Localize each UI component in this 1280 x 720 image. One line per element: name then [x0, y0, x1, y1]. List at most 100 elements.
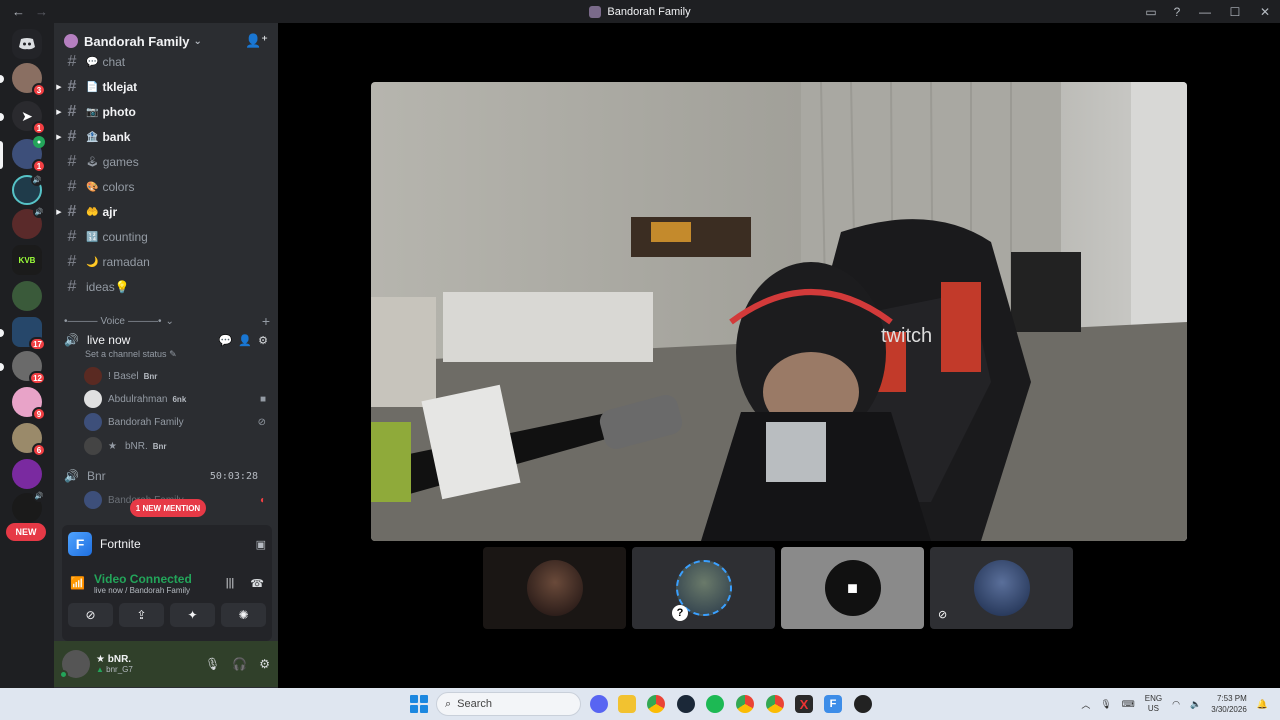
chrome-profile-icon[interactable]: [736, 695, 754, 713]
participant-thumbnails: ? ■ ⊘: [483, 547, 1073, 629]
help-icon[interactable]: ?: [1164, 0, 1190, 23]
language-indicator[interactable]: ENG US: [1145, 694, 1162, 714]
channel-chat[interactable]: # 💬 chat: [54, 50, 278, 74]
invite-icon[interactable]: 👤: [238, 334, 252, 347]
chevron-up-icon[interactable]: ︿: [1081, 698, 1090, 711]
unread-arrow-icon: ▶: [56, 209, 62, 216]
chrome-icon[interactable]: [647, 695, 665, 713]
share-screen-button[interactable]: ⇪: [119, 603, 164, 627]
add-channel-icon[interactable]: +: [262, 313, 270, 329]
avatar: [973, 560, 1030, 616]
user-avatar[interactable]: [59, 650, 90, 679]
forward-arrow-icon[interactable]: →: [35, 4, 48, 19]
fortnite-icon: F: [68, 532, 92, 556]
camera-icon: ■: [259, 393, 266, 405]
participant-tile[interactable]: ?: [632, 547, 775, 629]
voice-user-tag: Bnr: [152, 441, 167, 451]
voice-user[interactable]: ! Basel Bnr: [54, 365, 278, 387]
unread-arrow-icon: ▶: [56, 109, 62, 116]
minimize-button[interactable]: —: [1190, 0, 1220, 23]
volume-icon[interactable]: 🔈: [1190, 699, 1201, 710]
home-button[interactable]: [12, 29, 42, 59]
discord-app-icon[interactable]: [590, 695, 608, 713]
notification-icon[interactable]: 🔔: [1257, 699, 1268, 710]
new-mention-pill[interactable]: 1 NEW MENTION: [130, 499, 206, 517]
connection-location[interactable]: live now / Bandorah Family: [94, 586, 192, 595]
obs-icon[interactable]: [854, 695, 872, 713]
connection-status[interactable]: Video Connected: [94, 572, 192, 586]
server-9[interactable]: 12: [12, 351, 46, 385]
steam-icon[interactable]: [677, 695, 695, 713]
x-app-icon[interactable]: X: [795, 695, 813, 713]
voice-category-header[interactable]: •——— Voice ———• ⌄ +: [64, 313, 270, 329]
soundboard-button[interactable]: ✺: [221, 603, 266, 627]
user-name-block[interactable]: ★ bNR. ▲ bnr_G7: [96, 654, 133, 674]
voice-user[interactable]: ★ bNR. Bnr: [54, 435, 278, 457]
channel-counting[interactable]: # 🔢 counting: [54, 225, 278, 249]
server-1[interactable]: 3: [12, 63, 46, 97]
fortnite-taskbar-icon[interactable]: F: [824, 695, 842, 713]
channel-ajr[interactable]: ▶ # 🤲 ajr: [54, 200, 278, 224]
file-explorer-icon[interactable]: [618, 695, 636, 713]
invite-people-icon[interactable]: 👤⁺: [245, 33, 268, 49]
voice-user-tag: Bnr: [143, 371, 158, 381]
camera-off-button[interactable]: ⊘: [68, 603, 113, 627]
channel-tklejat[interactable]: ▶ # 📄 tklejat: [54, 75, 278, 99]
channel-ideas[interactable]: # ideas💡: [54, 275, 278, 299]
channel-photo[interactable]: ▶ # 📷 photo: [54, 100, 278, 124]
server-6[interactable]: KVB: [12, 245, 42, 275]
maximize-button[interactable]: ☐: [1220, 0, 1250, 23]
participant-tile[interactable]: ⊘: [930, 547, 1073, 629]
participant-tile[interactable]: ■: [781, 547, 924, 629]
server-4[interactable]: 🔊: [12, 174, 43, 205]
back-arrow-icon[interactable]: ←: [12, 4, 25, 19]
microphone-icon[interactable]: 🎙: [205, 657, 220, 671]
server-8[interactable]: 17: [12, 317, 46, 351]
participant-tile[interactable]: [483, 547, 626, 629]
channel-status[interactable]: Set a channel status ✎: [54, 349, 278, 360]
server-11[interactable]: 6: [12, 423, 46, 457]
chrome-profile-2-icon[interactable]: [766, 695, 784, 713]
disconnect-icon[interactable]: ☎: [250, 577, 264, 590]
microphone-tray-icon[interactable]: 🎙: [1100, 699, 1111, 710]
server-10[interactable]: 9: [12, 387, 46, 421]
channel-emoji: 🕹: [86, 156, 99, 168]
main-video-stream[interactable]: twitch: [371, 82, 1187, 541]
inbox-icon[interactable]: ▭: [1138, 0, 1164, 23]
voice-user[interactable]: Bandorah Family ⊘: [54, 411, 278, 433]
close-button[interactable]: ✕: [1250, 0, 1280, 23]
server-3[interactable]: ● 1: [12, 136, 46, 173]
clock[interactable]: 7:53 PM 3/30/2026: [1211, 693, 1247, 715]
server-2[interactable]: ➤ 1: [12, 101, 46, 135]
keyboard-icon[interactable]: ⌨: [1122, 699, 1135, 710]
gear-icon[interactable]: ⚙: [258, 334, 268, 347]
channel-ramadan[interactable]: # 🌙 ramadan: [54, 250, 278, 274]
voice-channel-bnr[interactable]: 🔊 Bnr 50:03:28: [54, 465, 278, 487]
new-unreads-pill[interactable]: NEW: [6, 523, 46, 541]
server-13[interactable]: 🔊: [12, 490, 45, 523]
activities-button[interactable]: ✦: [170, 603, 215, 627]
gear-icon[interactable]: ⚙: [259, 657, 270, 671]
screen-share-icon[interactable]: ▣: [256, 538, 266, 551]
stream-off-icon: ⊘: [257, 416, 266, 428]
taskbar-search[interactable]: ⌕ Search: [436, 692, 581, 716]
server-7[interactable]: [12, 281, 42, 311]
chat-bubble-icon[interactable]: 💬: [219, 334, 233, 347]
voice-channel-live-now[interactable]: 🔊 live now 💬 👤 ⚙ Set a channel status ✎: [54, 329, 278, 360]
signal-icon[interactable]: 📶: [70, 576, 88, 590]
spotify-icon[interactable]: [706, 695, 724, 713]
wifi-icon[interactable]: ◠: [1172, 699, 1180, 710]
channel-bank[interactable]: ▶ # 🏦 bank: [54, 125, 278, 149]
server-5[interactable]: 🔊: [12, 206, 45, 239]
hash-icon: #: [67, 153, 77, 170]
channel-games[interactable]: # 🕹 games: [54, 150, 278, 174]
noise-suppression-icon[interactable]: |||: [226, 577, 235, 590]
server-12[interactable]: [12, 459, 42, 489]
windows-start-icon[interactable]: [410, 695, 428, 713]
headphones-icon[interactable]: 🎧: [232, 657, 247, 671]
speaker-icon: 🔊: [64, 469, 79, 483]
channel-colors[interactable]: # 🎨 colors: [54, 175, 278, 199]
voice-user-name: bNR.: [124, 440, 148, 452]
voice-user[interactable]: Abdulrahman 6nk ■: [54, 388, 278, 410]
search-placeholder: Search: [457, 698, 493, 710]
